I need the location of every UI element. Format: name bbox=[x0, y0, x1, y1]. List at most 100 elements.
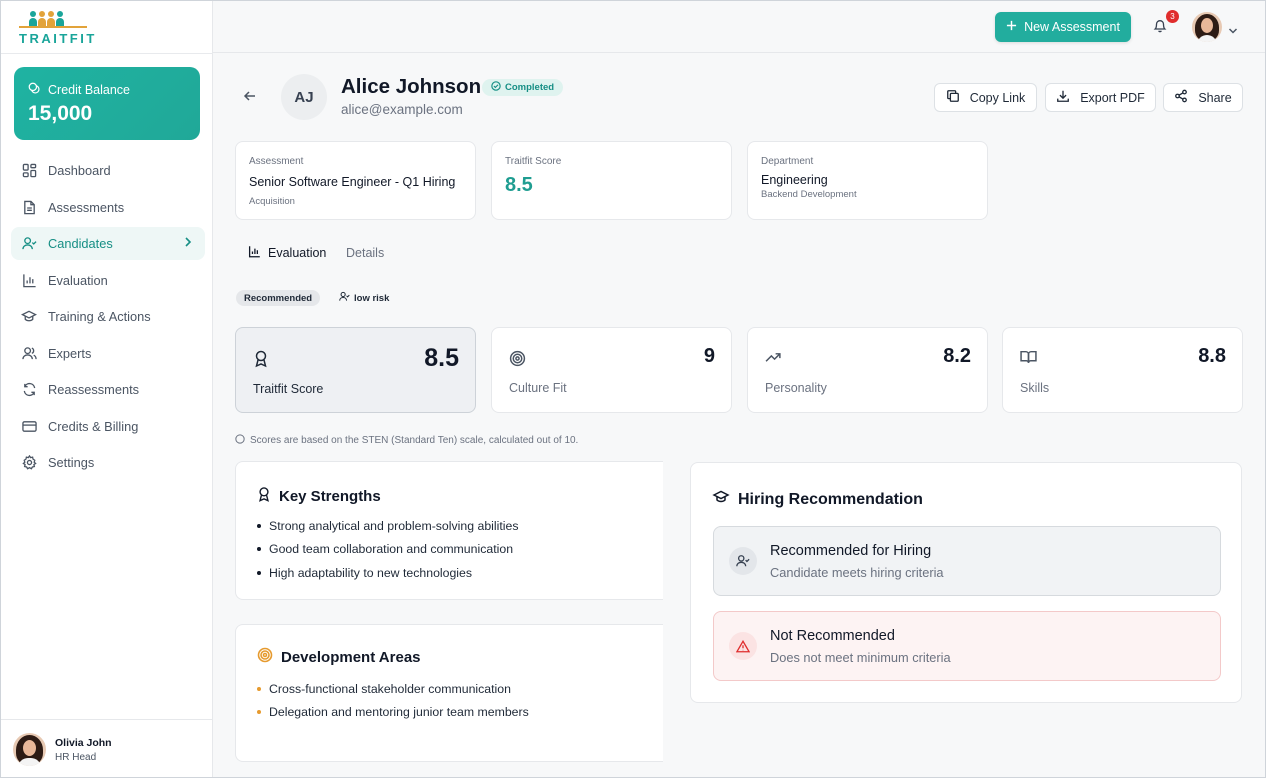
score-label: Personality bbox=[765, 381, 827, 395]
option-subtitle: Candidate meets hiring criteria bbox=[770, 565, 944, 580]
avatar bbox=[13, 733, 46, 766]
development-list: Cross-functional stakeholder communicati… bbox=[257, 682, 529, 729]
traitfit-score-label: Traitfit Score bbox=[505, 156, 562, 167]
score-card-personality: Personality 8.2 bbox=[747, 327, 988, 413]
strengths-list: Strong analytical and problem-solving ab… bbox=[257, 519, 519, 589]
sidebar-item-credits-billing[interactable]: Credits & Billing bbox=[11, 410, 205, 443]
status-label: Completed bbox=[505, 82, 555, 93]
sidebar-item-label: Credits & Billing bbox=[48, 418, 139, 434]
share-button[interactable]: Share bbox=[1163, 83, 1243, 112]
traitfit-logo[interactable]: TRAITFIT bbox=[19, 11, 94, 46]
list-item: Delegation and mentoring junior team mem… bbox=[257, 705, 529, 728]
score-value: 8.5 bbox=[424, 344, 459, 372]
credit-balance-value: 15,000 bbox=[28, 102, 93, 125]
graduation-cap-icon bbox=[712, 489, 730, 510]
user-name: Olivia John bbox=[55, 736, 112, 749]
department-info-card: Department Engineering Backend Developme… bbox=[747, 141, 988, 220]
gear-icon bbox=[21, 455, 37, 471]
chevron-down-icon[interactable] bbox=[1228, 22, 1238, 40]
info-circle-icon bbox=[235, 434, 245, 447]
sidebar-item-candidates[interactable]: Candidates bbox=[11, 227, 205, 260]
score-card-culture-fit: Culture Fit 9 bbox=[491, 327, 732, 413]
recommended-badge: Recommended bbox=[236, 290, 321, 306]
sidebar-item-evaluation[interactable]: Evaluation bbox=[11, 264, 205, 297]
user-check-icon bbox=[339, 291, 350, 305]
department-value: Engineering bbox=[761, 173, 828, 187]
sidebar-item-settings[interactable]: Settings bbox=[11, 446, 205, 479]
target-icon bbox=[257, 647, 273, 667]
credit-balance-label-row: Credit Balance bbox=[28, 82, 130, 98]
graduation-cap-icon bbox=[21, 309, 37, 325]
tab-details-label: Details bbox=[346, 246, 385, 260]
current-user[interactable]: Olivia John HR Head bbox=[13, 733, 112, 766]
sidebar-item-dashboard[interactable]: Dashboard bbox=[11, 154, 205, 187]
tab-evaluation-label: Evaluation bbox=[268, 246, 327, 260]
list-item: Good team collaboration and communicatio… bbox=[257, 542, 519, 565]
user-check-icon bbox=[21, 236, 37, 252]
profile-avatar[interactable] bbox=[1192, 12, 1222, 42]
credit-balance-label: Credit Balance bbox=[48, 83, 130, 97]
credit-balance-card: Credit Balance 15,000 bbox=[14, 67, 200, 140]
traitfit-score-info-card: Traitfit Score 8.5 bbox=[491, 141, 732, 220]
development-areas-panel: Development Areas Cross-functional stake… bbox=[235, 624, 663, 762]
score-label: Culture Fit bbox=[509, 381, 567, 395]
hiring-recommendation-title: Hiring Recommendation bbox=[738, 490, 923, 508]
risk-label: low risk bbox=[354, 292, 390, 304]
sidebar-item-experts[interactable]: Experts bbox=[11, 337, 205, 370]
user-role: HR Head bbox=[55, 751, 97, 763]
tab-details[interactable]: Details bbox=[346, 243, 384, 263]
assessment-sub: Acquisition bbox=[249, 196, 295, 207]
copy-link-button[interactable]: Copy Link bbox=[934, 83, 1037, 112]
recommended-for-hiring-option[interactable]: Recommended for Hiring Candidate meets h… bbox=[713, 526, 1221, 596]
app-window: TRAITFIT Credit Balance 15,000 Dashboard… bbox=[0, 0, 1266, 778]
not-recommended-option[interactable]: Not Recommended Does not meet minimum cr… bbox=[713, 611, 1221, 681]
coins-icon bbox=[28, 82, 41, 98]
top-bar: New Assessment 3 bbox=[213, 1, 1265, 53]
option-subtitle: Does not meet minimum criteria bbox=[770, 650, 951, 665]
option-title: Not Recommended bbox=[770, 628, 895, 644]
status-badge: Completed bbox=[482, 79, 564, 96]
traitfit-score-value: 8.5 bbox=[505, 174, 533, 196]
copy-link-label: Copy Link bbox=[969, 90, 1026, 105]
tab-evaluation[interactable]: Evaluation bbox=[248, 243, 326, 263]
users-icon bbox=[21, 345, 37, 361]
sidebar-item-assessments[interactable]: Assessments bbox=[11, 191, 205, 224]
sidebar-item-label: Evaluation bbox=[48, 272, 108, 288]
sidebar-item-label: Training & Actions bbox=[48, 309, 151, 324]
export-pdf-button[interactable]: Export PDF bbox=[1045, 83, 1156, 112]
user-check-icon bbox=[729, 547, 757, 575]
assessment-info-card: Assessment Senior Software Engineer - Q1… bbox=[235, 141, 476, 220]
sidebar-item-label: Reassessments bbox=[48, 382, 140, 397]
sidebar-item-reassessments[interactable]: Reassessments bbox=[11, 373, 205, 406]
new-assessment-button[interactable]: New Assessment bbox=[995, 12, 1131, 42]
document-icon bbox=[21, 199, 37, 215]
score-card-traitfit: Traitfit Score 8.5 bbox=[235, 327, 476, 413]
list-item: High adaptability to new technologies bbox=[257, 566, 519, 589]
assessment-value: Senior Software Engineer - Q1 Hiring bbox=[249, 175, 456, 189]
score-value: 8.2 bbox=[943, 345, 971, 367]
logo-underline bbox=[19, 26, 87, 28]
book-icon bbox=[1020, 350, 1037, 369]
key-strengths-panel: Key Strengths Strong analytical and prob… bbox=[235, 461, 663, 600]
score-value: 8.8 bbox=[1198, 345, 1226, 367]
list-item: Strong analytical and problem-solving ab… bbox=[257, 519, 519, 542]
option-title: Recommended for Hiring bbox=[770, 543, 932, 559]
plus-icon bbox=[1006, 20, 1017, 34]
bar-chart-icon bbox=[21, 272, 37, 288]
trending-up-icon bbox=[765, 350, 782, 369]
sidebar-item-training-actions[interactable]: Training & Actions bbox=[11, 300, 205, 333]
back-arrow-icon[interactable] bbox=[243, 89, 257, 108]
logo-text: TRAITFIT bbox=[19, 31, 97, 46]
user-info: Olivia John HR Head bbox=[55, 737, 112, 763]
risk-badge: low risk bbox=[339, 290, 389, 306]
sidebar-item-label: Assessments bbox=[48, 199, 125, 215]
new-assessment-label: New Assessment bbox=[1024, 20, 1120, 34]
scale-note-text: Scores are based on the STEN (Standard T… bbox=[250, 435, 579, 446]
development-areas-title-row: Development Areas bbox=[257, 647, 421, 667]
candidate-name: Alice Johnson bbox=[341, 75, 482, 98]
chevron-right-icon bbox=[183, 236, 193, 251]
sidebar-item-label: Settings bbox=[48, 455, 95, 470]
department-label: Department bbox=[761, 156, 814, 167]
sidebar-item-label: Dashboard bbox=[48, 163, 111, 178]
logo-figures bbox=[29, 11, 64, 27]
